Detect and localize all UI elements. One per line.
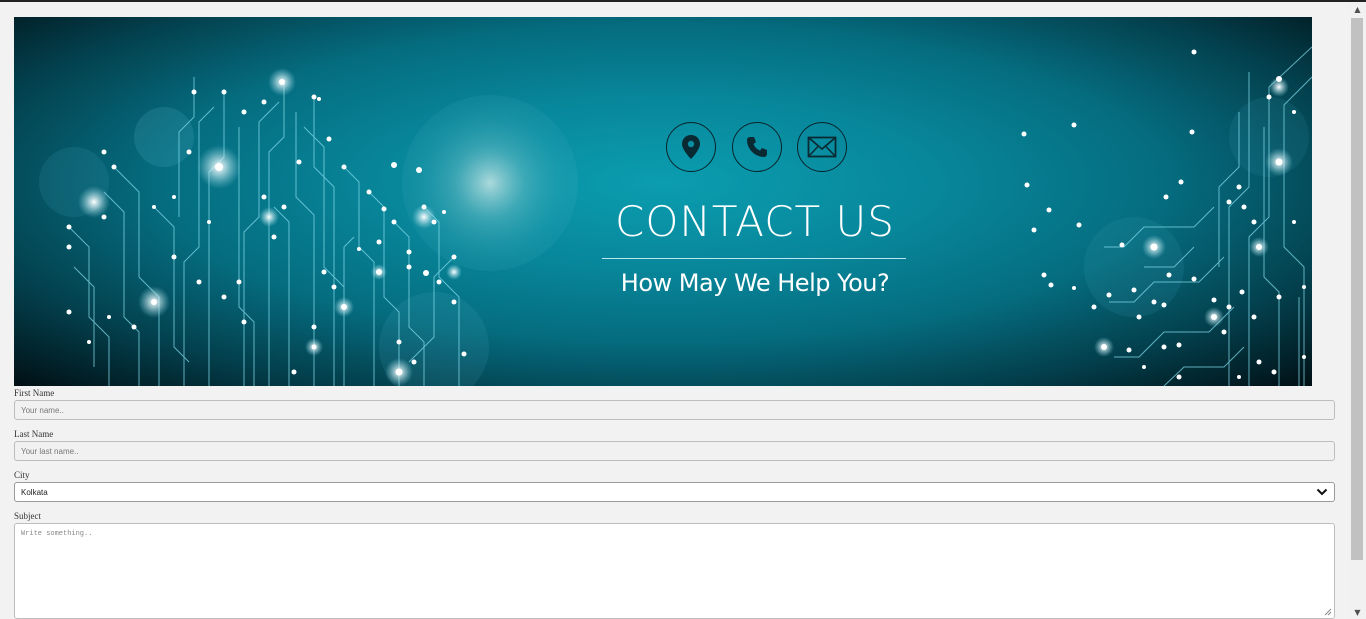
city-select[interactable]: Kolkata	[14, 482, 1335, 502]
city-label: City	[14, 470, 30, 480]
phone-icon	[732, 122, 782, 172]
last-name-placeholder: Your last name..	[21, 446, 79, 456]
vertical-scrollbar[interactable]: ▲ ▼	[1349, 2, 1366, 619]
banner-subtitle: How May We Help You?	[620, 269, 890, 297]
resize-handle-icon[interactable]	[1324, 608, 1332, 616]
subject-label: Subject	[14, 511, 41, 521]
banner-title: CONTACT US	[615, 197, 895, 246]
first-name-placeholder: Your name..	[21, 405, 64, 415]
last-name-input[interactable]: Your last name..	[14, 441, 1335, 461]
envelope-icon	[797, 122, 847, 172]
scroll-up-arrow-icon[interactable]: ▲	[1349, 2, 1366, 16]
first-name-label: First Name	[14, 388, 55, 398]
scrollbar-thumb[interactable]	[1351, 18, 1363, 560]
contact-page: CONTACT US How May We Help You? First Na…	[3, 2, 1348, 619]
chevron-down-icon	[1316, 488, 1328, 496]
scroll-down-arrow-icon[interactable]: ▼	[1349, 605, 1366, 619]
contact-icons	[666, 122, 848, 174]
location-pin-icon	[666, 122, 716, 172]
contact-banner: CONTACT US How May We Help You?	[14, 17, 1312, 386]
subject-placeholder: Write something..	[21, 530, 93, 538]
city-selected-value: Kolkata	[21, 487, 48, 497]
banner-divider	[602, 258, 906, 259]
last-name-label: Last Name	[14, 429, 54, 439]
first-name-input[interactable]: Your name..	[14, 400, 1335, 420]
subject-textarea[interactable]: Write something..	[14, 523, 1335, 619]
